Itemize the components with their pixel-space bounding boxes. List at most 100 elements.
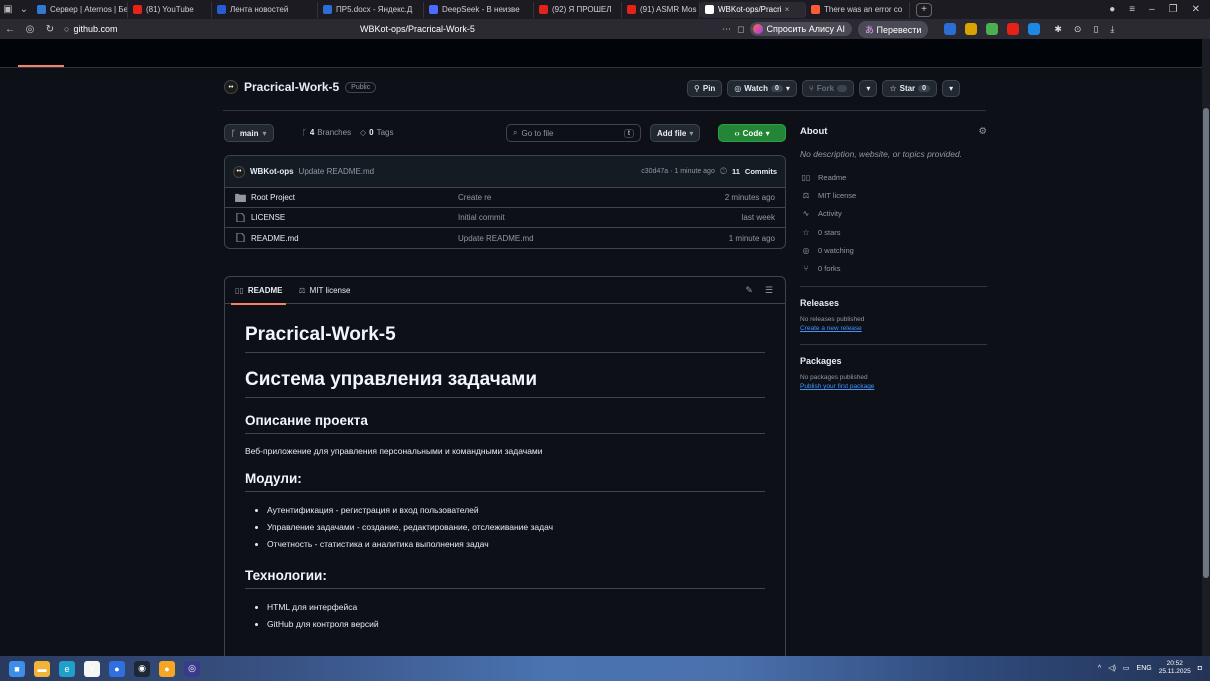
yandex-browser-icon[interactable]: Y xyxy=(84,660,100,677)
commit-author[interactable]: WBKot-ops xyxy=(250,167,294,176)
browser-tab[interactable]: (91) ASMR Mos xyxy=(622,1,700,18)
fork-dropdown-button[interactable]: ▾ xyxy=(859,80,878,97)
more-icon[interactable]: ⋯ xyxy=(722,24,731,35)
app-icon-1[interactable]: ● xyxy=(109,660,125,677)
file-commit-message[interactable]: Create re xyxy=(458,193,491,202)
fork-button[interactable]: ⑂ Fork · xyxy=(801,80,855,97)
file-explorer-icon[interactable]: ▬ xyxy=(34,660,50,677)
app-icon-2[interactable]: ● xyxy=(159,660,175,677)
forks-link[interactable]: ⑂ 0 forks xyxy=(800,260,987,278)
file-name[interactable]: README.md xyxy=(251,234,299,243)
network-icon[interactable]: ▭ xyxy=(1123,664,1130,672)
publish-package-link[interactable]: Publish your first package xyxy=(800,383,987,390)
browser-tab[interactable]: WBKot-ops/Pracri × xyxy=(700,1,806,18)
profile-icon[interactable]: ● xyxy=(1109,4,1115,15)
menu-icon[interactable]: ≡ xyxy=(1129,4,1135,15)
scrollbar-thumb[interactable] xyxy=(1203,108,1209,578)
code-button[interactable]: ‹› Code ▾ xyxy=(718,124,786,142)
browser-tab[interactable]: (81) YouTube xyxy=(128,1,212,18)
translate-button[interactable]: あ Перевести xyxy=(858,20,929,38)
file-row[interactable]: README.md Update README.md 1 minute ago xyxy=(225,228,785,248)
star-dropdown-button[interactable]: ▾ xyxy=(942,80,961,97)
edit-pencil-icon[interactable]: ✎ xyxy=(745,285,753,296)
ask-alisa-button[interactable]: Спросить Алису AI xyxy=(750,22,852,36)
back-button[interactable]: ← xyxy=(0,24,20,35)
browser-menu-icon[interactable]: ▣ xyxy=(0,3,16,17)
tab-readme[interactable]: ▯▯ README xyxy=(230,277,288,305)
browser-tab[interactable]: ПР5.docx - Яндекс.Д xyxy=(318,1,424,18)
downloads-icon[interactable]: ⤓ xyxy=(1110,24,1114,35)
reload-button[interactable]: ↻ xyxy=(40,24,60,35)
readme-link[interactable]: ▯▯ Readme xyxy=(800,169,987,187)
packages-title[interactable]: Packages xyxy=(800,356,987,366)
file-row[interactable]: LICENSE Initial commit last week xyxy=(225,208,785,228)
owner-avatar[interactable]: •• xyxy=(224,80,238,94)
file-commit-message[interactable]: Update README.md xyxy=(458,234,534,243)
new-tab-button[interactable]: + xyxy=(916,2,932,17)
commit-message[interactable]: Update README.md xyxy=(299,167,375,176)
extension-puzzle-icon[interactable]: ✱ xyxy=(1054,24,1062,35)
steam-icon[interactable]: ◉ xyxy=(134,660,150,677)
site-info-icon[interactable]: ○ xyxy=(64,24,69,34)
app-icon-3[interactable]: ◎ xyxy=(184,660,200,677)
ask-alisa-label: Спросить Алису AI xyxy=(766,24,845,34)
releases-title[interactable]: Releases xyxy=(800,298,987,308)
branches-link[interactable]: ᚴ 4 Branches xyxy=(302,128,351,137)
file-commit-message[interactable]: Initial commit xyxy=(458,213,505,222)
notifications-icon[interactable]: ◘ xyxy=(1198,665,1202,672)
browser-tab[interactable]: There was an error co xyxy=(806,1,910,18)
stars-link[interactable]: ☆ 0 stars xyxy=(800,224,987,242)
watch-button[interactable]: ◎ Watch 0 ▾ xyxy=(727,80,797,97)
author-avatar[interactable]: •• xyxy=(233,165,245,178)
browser-tab[interactable]: Лента новостей xyxy=(212,1,318,18)
create-release-link[interactable]: Create a new release xyxy=(800,325,987,332)
windows-start-icon[interactable]: ■ xyxy=(9,660,25,677)
extension-icon[interactable] xyxy=(1028,23,1041,35)
commits-count[interactable]: 11 xyxy=(732,167,740,176)
add-file-button[interactable]: Add file ▾ xyxy=(650,124,701,142)
language-indicator[interactable]: ENG xyxy=(1137,665,1152,672)
extension-icon[interactable] xyxy=(965,23,978,35)
edge-icon[interactable]: e xyxy=(59,660,75,677)
browser-tab[interactable]: DeepSeek - В неизве xyxy=(424,1,534,18)
protect-icon[interactable]: ◎ xyxy=(20,24,40,35)
law-icon: ⚖ xyxy=(298,285,306,295)
tab-list-chevron-icon[interactable]: ⌄ xyxy=(16,3,32,17)
star-button[interactable]: ☆ Star 0 xyxy=(882,80,938,97)
gear-icon[interactable]: ⚙ xyxy=(978,126,987,137)
tab-license[interactable]: ⚖ MIT license xyxy=(298,277,350,304)
readme-body: Pracrical-Work-5 Система управления зада… xyxy=(225,324,785,633)
reading-mode-icon[interactable]: ⊙ xyxy=(1074,24,1082,35)
branch-select-button[interactable]: ᚴ main ▾ xyxy=(224,124,274,142)
bookmark-icon[interactable]: ◻ xyxy=(737,24,744,35)
maximize-button[interactable]: ❐ xyxy=(1169,4,1178,15)
license-link[interactable]: ⚖ MIT license xyxy=(800,187,987,205)
browser-tab[interactable]: Сервер | Aternos | Бе xyxy=(32,1,128,18)
add-file-label: Add file xyxy=(657,128,687,138)
activity-link[interactable]: ∿ Activity xyxy=(800,205,987,223)
url-field[interactable]: ○ github.com xyxy=(64,24,117,34)
extension-icon[interactable] xyxy=(944,23,957,35)
close-window-button[interactable]: ✕ xyxy=(1192,4,1200,15)
volume-icon[interactable]: ◁) xyxy=(1108,664,1116,672)
minimize-button[interactable]: – xyxy=(1149,4,1155,15)
tray-chevron-icon[interactable]: ^ xyxy=(1098,665,1101,672)
watching-link[interactable]: ◎ 0 watching xyxy=(800,242,987,260)
extension-icon[interactable] xyxy=(986,23,999,35)
commit-hash-time[interactable]: c30d47a · 1 minute ago xyxy=(641,168,715,175)
repo-name[interactable]: Pracrical-Work-5 xyxy=(244,80,339,94)
sidebar-divider xyxy=(800,286,987,288)
close-tab-icon[interactable]: × xyxy=(785,5,790,14)
file-name[interactable]: Root Project xyxy=(251,193,295,202)
commits-label[interactable]: Commits xyxy=(745,167,777,176)
clock[interactable]: 20:52 25.11.2025 xyxy=(1159,660,1191,676)
browser-tab[interactable]: (92) Я ПРОШЕЛ xyxy=(534,1,622,18)
file-row[interactable]: Root Project Create re 2 minutes ago xyxy=(225,188,785,208)
pin-button[interactable]: ⚲ Pin xyxy=(687,80,723,97)
tags-link[interactable]: ◇ 0 Tags xyxy=(360,128,394,137)
file-name[interactable]: LICENSE xyxy=(251,213,285,222)
sidebar-icon[interactable]: ▯ xyxy=(1093,24,1098,35)
outline-list-icon[interactable]: ☰ xyxy=(765,285,773,296)
go-to-file-input[interactable]: ⌕ Go to file t xyxy=(506,124,641,142)
extension-icon[interactable] xyxy=(1007,23,1020,35)
